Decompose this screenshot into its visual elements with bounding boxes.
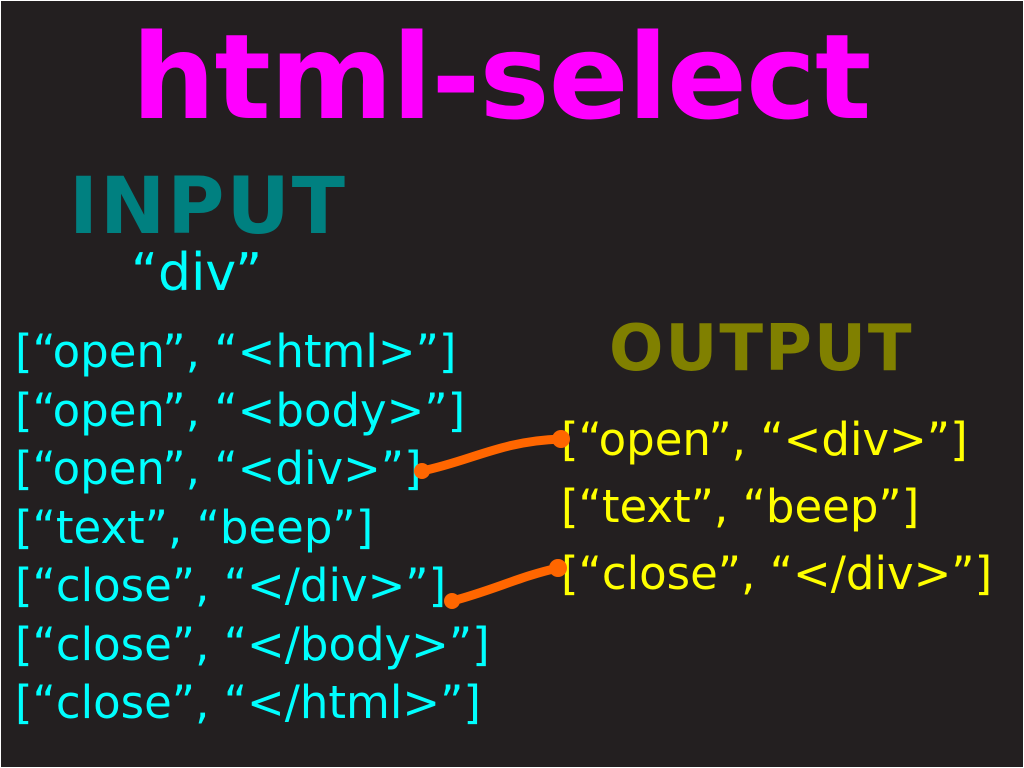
output-line-div-close: [“close”, “</div>”] — [561, 547, 993, 600]
input-line-body-open: [“open”, “<body>”] — [15, 383, 466, 437]
input-line-div-close: [“close”, “</div>”] — [15, 559, 447, 612]
input-line-div-open: [“open”, “<div>”] — [15, 442, 422, 495]
input-line-html-open: [“open”, “<html>”] — [15, 325, 457, 378]
input-line-text: [“text”, “beep”] — [15, 500, 374, 554]
title: html-select — [131, 8, 872, 146]
output-heading: OUTPUT — [609, 312, 914, 386]
output-line-div-open: [“open”, “<div>”] — [561, 413, 968, 466]
slide: html-select INPUT “div” [“open”, “<html>… — [1, 1, 1023, 767]
output-line-text: [“text”, “beep”] — [561, 480, 920, 533]
input-line-body-close: [“close”, “</body>”] — [15, 617, 490, 671]
selector-label: “div” — [131, 243, 263, 303]
output-lines: [“open”, “<div>”] [“text”, “beep”] [“clo… — [561, 406, 992, 607]
input-lines: [“open”, “<html>”] [“open”, “<body>”] [“… — [15, 323, 490, 733]
input-line-html-close: [“close”, “</html>”] — [15, 676, 481, 729]
